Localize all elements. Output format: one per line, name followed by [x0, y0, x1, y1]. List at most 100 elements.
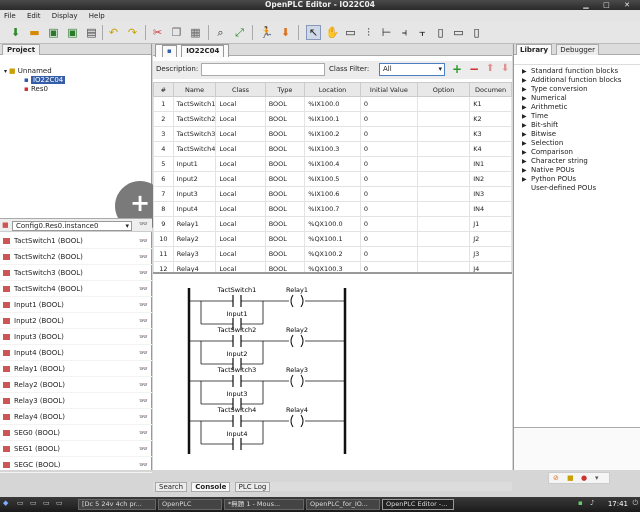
- class-filter-select[interactable]: All ▾: [379, 63, 445, 76]
- expand-icon[interactable]: ▶: [522, 94, 531, 103]
- redo-icon[interactable]: ↷: [125, 25, 140, 40]
- comment-icon[interactable]: ▭: [343, 25, 358, 40]
- new-project-icon[interactable]: ⬇: [8, 25, 23, 40]
- expand-icon[interactable]: ▶: [522, 139, 531, 148]
- table-row[interactable]: 3 TactSwitch3 Local BOOL %IX100.2 0 K3: [153, 126, 512, 142]
- list-item[interactable]: TactSwitch2 (BOOL) 👓: [0, 249, 152, 265]
- debug-glasses-icon[interactable]: 👓: [139, 313, 148, 329]
- rung[interactable]: TactSwitch4 Input4 Relay4: [189, 406, 345, 450]
- tab-debugger[interactable]: Debugger: [556, 44, 599, 55]
- run-icon[interactable]: 🏃: [259, 25, 274, 40]
- table-row[interactable]: 11 Relay3 Local BOOL %QX100.2 0 J3: [153, 246, 512, 262]
- ime-icon[interactable]: ⊘: [553, 474, 559, 482]
- table-row[interactable]: 10 Relay2 Local BOOL %QX100.1 0 J2: [153, 231, 512, 247]
- network-icon[interactable]: ▪: [578, 499, 583, 507]
- library-item[interactable]: ▶ Type conversion: [522, 85, 640, 94]
- block-icon[interactable]: ▯: [433, 25, 448, 40]
- table-row[interactable]: 9 Relay1 Local BOOL %QX100.0 0 J1: [153, 216, 512, 232]
- debug-glasses-icon[interactable]: 👓: [139, 457, 148, 473]
- terminal-icon[interactable]: ▭: [43, 499, 50, 507]
- start-menu-icon[interactable]: ◆: [3, 499, 8, 507]
- column-header[interactable]: Documen: [469, 82, 512, 97]
- taskbar-item[interactable]: OpenPLC_for_IO...: [306, 499, 380, 510]
- clock[interactable]: 17:41: [608, 499, 628, 510]
- window-controls[interactable]: ▁ □ ✕: [583, 0, 636, 10]
- table-row[interactable]: 6 Input2 Local BOOL %IX100.5 0 IN2: [153, 171, 512, 187]
- remove-row-icon[interactable]: −: [469, 62, 479, 76]
- save-as-icon[interactable]: ▣: [65, 25, 80, 40]
- tree-item-resource[interactable]: ▪ Res0: [24, 85, 48, 93]
- cut-icon[interactable]: ✂: [150, 25, 165, 40]
- taskbar-item[interactable]: OpenPLC: [158, 499, 222, 510]
- table-row[interactable]: 1 TactSwitch1 Local BOOL %IX100.0 0 K1: [153, 96, 512, 112]
- open-folder-icon[interactable]: ▬: [27, 25, 42, 40]
- library-item[interactable]: ▶ Native POUs: [522, 166, 640, 175]
- tab-io22c04[interactable]: ▪ IO22C04: [155, 44, 230, 57]
- settings-icon[interactable]: ●: [581, 474, 587, 482]
- debug-glasses-icon[interactable]: 👓: [139, 409, 148, 425]
- chevron-down-icon[interactable]: ▾: [438, 64, 442, 75]
- instance-select[interactable]: Config0.Res0.instance0 ▾: [12, 221, 132, 231]
- column-header[interactable]: Name: [172, 82, 217, 97]
- file-manager-icon[interactable]: ▭: [17, 499, 24, 507]
- column-header[interactable]: Option: [416, 82, 471, 97]
- table-row[interactable]: 5 Input1 Local BOOL %IX100.4 0 IN1: [153, 156, 512, 172]
- move-down-icon[interactable]: ⬇: [501, 63, 509, 74]
- library-item[interactable]: User-defined POUs: [522, 184, 640, 193]
- rung[interactable]: TactSwitch1 Input1 Relay1: [189, 286, 345, 330]
- menu-edit[interactable]: Edit: [27, 12, 41, 20]
- print-icon[interactable]: ▤: [84, 25, 99, 40]
- debug-glasses-icon[interactable]: 👓: [139, 345, 148, 361]
- coil-icon[interactable]: ⫟: [415, 25, 430, 40]
- rung-icon[interactable]: ⊢: [379, 25, 394, 40]
- find-icon[interactable]: ⌕: [213, 25, 228, 40]
- expand-icon[interactable]: ▶: [522, 112, 531, 121]
- undo-icon[interactable]: ↶: [106, 25, 121, 40]
- ladder-canvas[interactable]: TactSwitch1 Input1 Relay1 TactSwitch2 In…: [153, 274, 512, 467]
- table-row[interactable]: 7 Input3 Local BOOL %IX100.6 0 IN3: [153, 186, 512, 202]
- power-icon[interactable]: ⏻: [632, 499, 638, 508]
- library-item[interactable]: ▶ Arithmetic: [522, 103, 640, 112]
- library-item[interactable]: ▶ Python POUs: [522, 175, 640, 184]
- column-header[interactable]: Class: [215, 82, 266, 97]
- chevron-down-icon[interactable]: ▾: [125, 222, 129, 230]
- tab-plc-log[interactable]: PLC Log: [234, 482, 271, 492]
- power-rail-icon[interactable]: ⫶: [361, 25, 376, 40]
- expand-icon[interactable]: ▶: [522, 67, 531, 76]
- volume-icon[interactable]: ♪: [590, 499, 594, 507]
- description-field[interactable]: [201, 63, 325, 76]
- desktop-icon[interactable]: ▭: [56, 499, 63, 507]
- list-item[interactable]: TactSwitch4 (BOOL) 👓: [0, 281, 152, 297]
- debug-glasses-icon[interactable]: 👓: [139, 249, 148, 265]
- expand-icon[interactable]: ▶: [522, 166, 531, 175]
- list-item[interactable]: Input2 (BOOL) 👓: [0, 313, 152, 329]
- debug-glasses-icon[interactable]: 👓: [139, 329, 148, 345]
- library-item[interactable]: ▶ Numerical: [522, 94, 640, 103]
- list-item[interactable]: Input3 (BOOL) 👓: [0, 329, 152, 345]
- list-item[interactable]: SEG1 (BOOL) 👓: [0, 441, 152, 457]
- debug-glasses-icon[interactable]: 👓: [139, 220, 148, 228]
- download-icon[interactable]: ⬇: [278, 25, 293, 40]
- list-item[interactable]: Relay1 (BOOL) 👓: [0, 361, 152, 377]
- debug-glasses-icon[interactable]: 👓: [139, 281, 148, 297]
- debug-glasses-icon[interactable]: 👓: [139, 425, 148, 441]
- ladder-diagram[interactable]: TactSwitch1 Input1 Relay1 TactSwitch2 In…: [153, 272, 512, 467]
- library-item[interactable]: ▶ Standard function blocks: [522, 67, 640, 76]
- debug-glasses-icon[interactable]: 👓: [139, 233, 148, 249]
- contact-icon[interactable]: ⫞: [397, 25, 412, 40]
- list-item[interactable]: TactSwitch1 (BOOL) 👓: [0, 233, 152, 249]
- table-row[interactable]: 4 TactSwitch4 Local BOOL %IX100.3 0 K4: [153, 141, 512, 157]
- fullscreen-icon[interactable]: ⤢: [232, 25, 247, 40]
- keyboard-icon[interactable]: ■: [567, 474, 574, 482]
- list-item[interactable]: Input4 (BOOL) 👓: [0, 345, 152, 361]
- library-item[interactable]: ▶ Bitwise: [522, 130, 640, 139]
- list-item[interactable]: Relay4 (BOOL) 👓: [0, 409, 152, 425]
- debug-glasses-icon[interactable]: 👓: [139, 441, 148, 457]
- tab-console[interactable]: Console: [191, 482, 231, 492]
- library-item[interactable]: ▶ Selection: [522, 139, 640, 148]
- library-item[interactable]: ▶ Bit-shift: [522, 121, 640, 130]
- copy-icon[interactable]: ❐: [169, 25, 184, 40]
- rung[interactable]: TactSwitch3 Input3 Relay3: [189, 366, 345, 410]
- add-row-icon[interactable]: +: [452, 62, 462, 76]
- debug-glasses-icon[interactable]: 👓: [139, 265, 148, 281]
